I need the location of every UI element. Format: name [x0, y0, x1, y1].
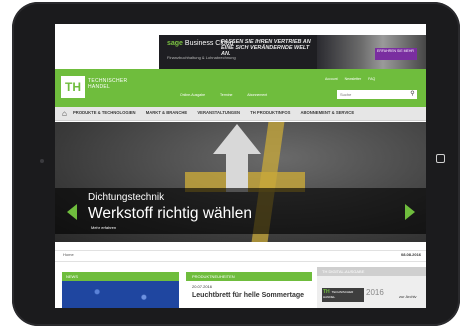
mini-nav-online[interactable]: Online-Ausgabe — [180, 93, 205, 97]
archive-year: 2016 — [366, 288, 384, 297]
mini-nav-abo[interactable]: Abonnement — [247, 93, 267, 97]
hero-more-link[interactable]: Mehr erfahren — [91, 225, 116, 230]
mini-nav-termine[interactable]: Termine — [220, 93, 232, 97]
product-label: PRODUKTNEUHEITEN — [192, 274, 235, 279]
home-icon[interactable]: ⌂ — [62, 109, 67, 118]
archive-link[interactable]: zur Archiv — [399, 294, 417, 299]
logo-text-line-2: HANDEL — [88, 84, 111, 90]
breadcrumb-bar — [55, 250, 426, 262]
archive-label: TH DIGITAL-AUSGABE — [322, 269, 365, 274]
mini-nav: Online-Ausgabe Termine Abonnement — [180, 93, 281, 97]
news-label: NEWS — [66, 274, 78, 279]
current-date: 08.08.2016 — [401, 252, 422, 257]
nav-item-markt[interactable]: MARKT & BRANCHE — [146, 110, 187, 115]
nav-item-produkte[interactable]: PRODUKTE & TECHNOLOGIEN — [73, 110, 136, 115]
site-logo[interactable]: TH — [61, 76, 85, 98]
hero-road-arrow-shaft — [226, 152, 248, 192]
carousel-next-icon[interactable] — [405, 204, 415, 220]
news-header — [62, 272, 179, 281]
camera — [40, 159, 44, 163]
product-date: 20.07.2016 — [192, 284, 213, 289]
hero-road-arrow-head — [213, 124, 261, 154]
ad-banner[interactable]: sage Business Cloud Finanzbuchhaltung & … — [159, 35, 426, 69]
breadcrumb[interactable]: Home — [63, 252, 74, 257]
ad-cta-button[interactable]: ERFAHREN SIE MEHR — [375, 48, 417, 60]
top-links: Account Newsletter FAQ — [325, 77, 381, 81]
product-title[interactable]: Leuchtbrett für helle Sommertage — [192, 292, 304, 299]
top-link-account[interactable]: Account — [325, 77, 338, 81]
news-image[interactable] — [62, 281, 179, 308]
ad-brand-text: sage — [167, 40, 183, 47]
ad-headline: PASSEN SIE IHREN VERTRIEB AN EINE SICH V… — [221, 39, 311, 57]
top-link-newsletter[interactable]: Newsletter — [345, 77, 362, 81]
top-link-faq[interactable]: FAQ — [368, 77, 375, 81]
nav-item-veranstaltungen[interactable]: VERANSTALTUNGEN — [197, 110, 240, 115]
hero-title[interactable]: Werkstoff richtig wählen — [88, 205, 252, 223]
site-logo-text: TECHNISCHER HANDEL — [88, 78, 127, 90]
carousel-prev-icon[interactable] — [67, 204, 77, 220]
search-input[interactable] — [337, 90, 417, 99]
main-nav-items: PRODUKTE & TECHNOLOGIEN MARKT & BRANCHE … — [73, 110, 363, 115]
nav-item-abonnement[interactable]: ABONNEMENT & SERVICE — [300, 110, 354, 115]
screen: sage Business Cloud Finanzbuchhaltung & … — [55, 24, 426, 308]
search-icon[interactable]: ⚲ — [408, 90, 417, 99]
nav-item-produktinfos[interactable]: TH PRODUKTINFOS — [250, 110, 290, 115]
hero-subtitle: Dichtungstechnik — [88, 192, 165, 203]
home-button[interactable] — [436, 154, 445, 163]
archive-logo[interactable]: TH TECHNISCHER HANDEL — [322, 288, 364, 302]
